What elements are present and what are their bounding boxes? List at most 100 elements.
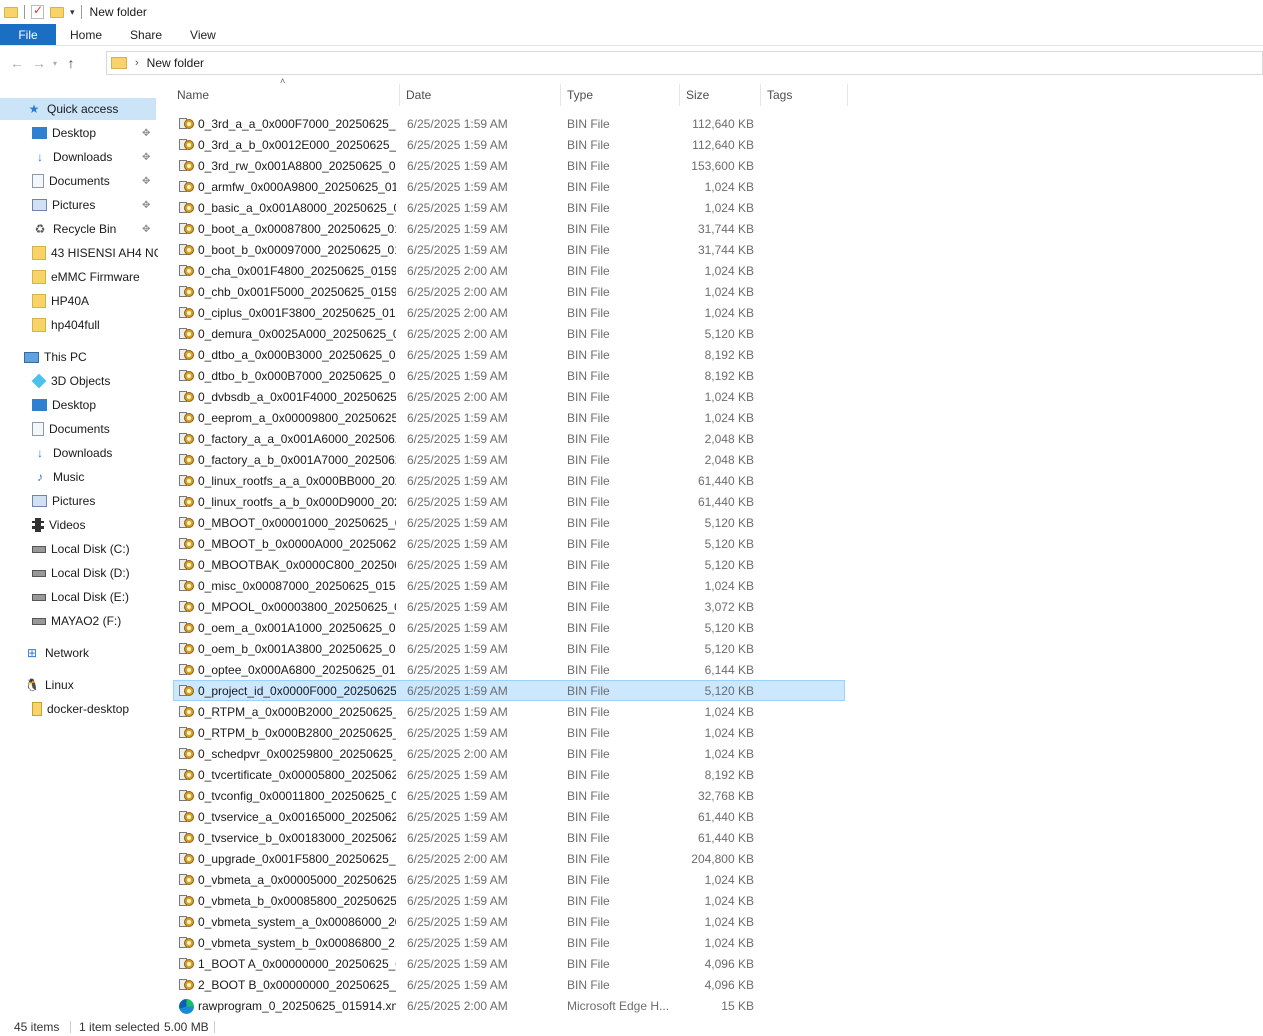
sidebar-item-local-disk-c[interactable]: Local Disk (C:) <box>0 538 158 560</box>
file-row[interactable]: 0_MBOOTBAK_0x0000C800_202506... 6/25/2025… <box>173 554 845 575</box>
bin-file-icon <box>179 579 195 593</box>
tab-home[interactable]: Home <box>56 24 116 45</box>
column-header-type[interactable]: Type <box>562 84 680 106</box>
sidebar-item-pictures-pc[interactable]: Pictures <box>0 490 158 512</box>
file-type: BIN File <box>567 326 610 341</box>
sidebar-item-linux[interactable]: 🐧 Linux <box>0 674 158 696</box>
chevron-right-icon[interactable]: › <box>135 57 139 69</box>
file-row[interactable]: 0_project_id_0x0000F000_20250625_... 6/25… <box>173 680 845 701</box>
sidebar-item-mayao2-f[interactable]: MAYAO2 (F:) <box>0 610 158 632</box>
column-header-date[interactable]: Date <box>401 84 561 106</box>
file-size: 32,768 KB <box>697 788 754 803</box>
column-header-name[interactable]: Name <box>172 84 400 106</box>
file-row[interactable]: 0_3rd_a_b_0x0012E000_20250625_01... 6/25/… <box>173 134 845 155</box>
file-row[interactable]: 0_dtbo_b_0x000B7000_20250625_01... 6/25/2… <box>173 365 845 386</box>
forward-arrow-icon[interactable]: → <box>28 52 50 74</box>
file-row[interactable]: 0_upgrade_0x001F5800_20250625_0... 6/25/2… <box>173 848 845 869</box>
file-row[interactable]: 0_oem_a_0x001A1000_20250625_01... 6/25/20… <box>173 617 845 638</box>
download-icon: ↓ <box>37 446 43 460</box>
file-row[interactable]: 0_vbmeta_b_0x00085800_20250625_... 6/25/2… <box>173 890 845 911</box>
file-row[interactable]: 0_MBOOT_b_0x0000A000_20250625... 6/25/202… <box>173 533 845 554</box>
sidebar-item-pictures[interactable]: Pictures ✥ <box>0 194 158 216</box>
sidebar-item-recycle-bin[interactable]: ♻ Recycle Bin ✥ <box>0 218 158 240</box>
back-arrow-icon[interactable]: ← <box>6 52 28 74</box>
file-row[interactable]: 0_vbmeta_a_0x00005000_20250625_... 6/25/2… <box>173 869 845 890</box>
sidebar-item-documents-pc[interactable]: Documents <box>0 418 158 440</box>
file-row[interactable]: 0_vbmeta_system_a_0x00086000_20... 6/25/2… <box>173 911 845 932</box>
file-row[interactable]: rawprogram_0_20250625_015914.xml 6/25/202… <box>173 995 845 1016</box>
file-row[interactable]: 0_cha_0x001F4800_20250625_01591... 6/25/2… <box>173 260 845 281</box>
file-row[interactable]: 0_tvcertificate_0x00005800_2025062... 6/2… <box>173 764 845 785</box>
file-row[interactable]: 0_linux_rootfs_a_a_0x000BB000_202... 6/25… <box>173 470 845 491</box>
file-row[interactable]: 0_dtbo_a_0x000B3000_20250625_01... 6/25/2… <box>173 344 845 365</box>
file-size: 61,440 KB <box>697 830 754 845</box>
sidebar-item-documents[interactable]: Documents ✥ <box>0 170 158 192</box>
file-type: BIN File <box>567 158 610 173</box>
sidebar-item-this-pc[interactable]: This PC <box>0 346 158 368</box>
file-date: 6/25/2025 2:00 AM <box>407 851 508 866</box>
file-row[interactable]: 0_demura_0x0025A000_20250625_0... 6/25/20… <box>173 323 845 344</box>
sidebar-item-hp404full[interactable]: hp404full <box>0 314 158 336</box>
file-row[interactable]: 0_boot_a_0x00087800_20250625_01... 6/25/2… <box>173 218 845 239</box>
breadcrumb[interactable]: New folder <box>147 56 204 70</box>
up-arrow-icon[interactable]: ↑ <box>60 52 82 74</box>
bin-file-icon <box>179 264 195 278</box>
file-row[interactable]: 0_ciplus_0x001F3800_20250625_015... 6/25/… <box>173 302 845 323</box>
file-row[interactable]: 0_oem_b_0x001A3800_20250625_01... 6/25/20… <box>173 638 845 659</box>
file-date: 6/25/2025 1:59 AM <box>407 452 508 467</box>
tab-share[interactable]: Share <box>116 24 176 45</box>
properties-icon[interactable] <box>31 3 44 19</box>
file-row[interactable]: 0_3rd_rw_0x001A8800_20250625_01... 6/25/2… <box>173 155 845 176</box>
sidebar-item-hp40a[interactable]: HP40A <box>0 290 158 312</box>
file-row[interactable]: 0_factory_a_a_0x001A6000_2025062... 6/25/… <box>173 428 845 449</box>
file-row[interactable]: 0_boot_b_0x00097000_20250625_01... 6/25/2… <box>173 239 845 260</box>
sidebar-item-desktop[interactable]: Desktop ✥ <box>0 122 158 144</box>
sidebar-item-videos[interactable]: Videos <box>0 514 158 536</box>
file-row[interactable]: 0_RTPM_b_0x000B2800_20250625_0... 6/25/20… <box>173 722 845 743</box>
sidebar-item-downloads[interactable]: ↓ Downloads ✥ <box>0 146 158 168</box>
file-row[interactable]: 0_eeprom_a_0x00009800_20250625_... 6/25/2… <box>173 407 845 428</box>
sidebar-item-emmc-firmware[interactable]: eMMC Firmware <box>0 266 158 288</box>
sidebar-item-music[interactable]: ♪ Music <box>0 466 158 488</box>
file-row[interactable]: 0_armfw_0x000A9800_20250625_01... 6/25/20… <box>173 176 845 197</box>
file-row[interactable]: 0_3rd_a_a_0x000F7000_20250625_01... 6/25/… <box>173 113 845 134</box>
file-row[interactable]: 0_factory_a_b_0x001A7000_2025062... 6/25/… <box>173 449 845 470</box>
file-row[interactable]: 0_tvconfig_0x00011800_20250625_0... 6/25/… <box>173 785 845 806</box>
file-row[interactable]: 0_misc_0x00087000_20250625_0159... 6/25/2… <box>173 575 845 596</box>
file-row[interactable]: 0_tvservice_a_0x00165000_20250625... 6/25… <box>173 806 845 827</box>
tab-file[interactable]: File <box>0 24 56 45</box>
file-row[interactable]: 0_basic_a_0x001A8000_20250625_01... 6/25/… <box>173 197 845 218</box>
file-row[interactable]: 0_chb_0x001F5000_20250625_01591... 6/25/2… <box>173 281 845 302</box>
file-row[interactable]: 0_vbmeta_system_b_0x00086800_2... 6/25/20… <box>173 932 845 953</box>
new-folder-icon[interactable] <box>50 6 64 18</box>
file-row[interactable]: 0_linux_rootfs_a_b_0x000D9000_202... 6/25… <box>173 491 845 512</box>
file-type: BIN File <box>567 851 610 866</box>
tab-view[interactable]: View <box>176 24 230 45</box>
file-row[interactable]: 0_MPOOL_0x00003800_20250625_0... 6/25/202… <box>173 596 845 617</box>
sidebar-item-quick-access[interactable]: ★ Quick access <box>0 98 156 120</box>
file-row[interactable]: 0_MBOOT_0x00001000_20250625_0... 6/25/202… <box>173 512 845 533</box>
selection-count: 1 item selected <box>79 1020 160 1034</box>
sidebar-item-43-hisensi[interactable]: 43 HISENSI AH4 NG <box>0 242 158 264</box>
file-row[interactable]: 1_BOOT A_0x00000000_20250625_0... 6/25/20… <box>173 953 845 974</box>
sidebar-item-local-disk-d[interactable]: Local Disk (D:) <box>0 562 158 584</box>
sidebar-item-desktop-pc[interactable]: Desktop <box>0 394 158 416</box>
file-row[interactable]: 0_optee_0x000A6800_20250625_015... 6/25/2… <box>173 659 845 680</box>
file-name: 0_tvservice_a_0x00165000_20250625... <box>198 809 396 824</box>
sidebar-item-3d-objects[interactable]: 3D Objects <box>0 370 158 392</box>
recent-locations-chevron-icon[interactable]: ▾ <box>50 52 60 74</box>
file-row[interactable]: 0_tvservice_b_0x00183000_2025062... 6/25/… <box>173 827 845 848</box>
address-bar[interactable]: › New folder <box>106 51 1263 75</box>
sidebar-item-downloads-pc[interactable]: ↓ Downloads <box>0 442 158 464</box>
file-row[interactable]: 0_dvbsdb_a_0x001F4000_20250625_... 6/25/2… <box>173 386 845 407</box>
sidebar-item-network[interactable]: ⊞ Network <box>0 642 158 664</box>
sidebar-item-local-disk-e[interactable]: Local Disk (E:) <box>0 586 158 608</box>
column-header-tags[interactable]: Tags <box>762 84 848 106</box>
file-row[interactable]: 2_BOOT B_0x00000000_20250625_01... 6/25/2… <box>173 974 845 995</box>
file-row[interactable]: 0_RTPM_a_0x000B2000_20250625_0... 6/25/20… <box>173 701 845 722</box>
file-name: 0_tvcertificate_0x00005800_2025062... <box>198 767 396 782</box>
file-row[interactable]: 0_schedpvr_0x00259800_20250625_... 6/25/2… <box>173 743 845 764</box>
sidebar-item-docker-desktop[interactable]: docker-desktop <box>0 698 158 720</box>
column-header-size[interactable]: Size <box>681 84 761 106</box>
chevron-down-icon[interactable]: ▾ <box>70 7 75 18</box>
